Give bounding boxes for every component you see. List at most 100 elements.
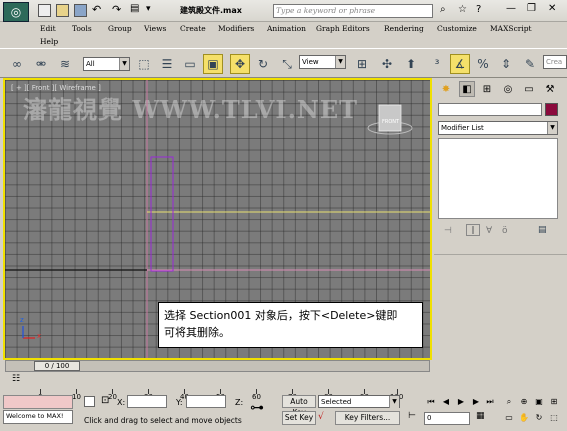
motion-tab-icon[interactable]: ◎ [500,81,516,97]
front-viewport[interactable]: [ + ][ Front ][ Wireframe ] 瀋龍視覺 WWW.TLV… [3,78,432,360]
reference-coordinate-dropdown[interactable]: View ▼ [299,55,346,69]
project-folder-icon[interactable]: ▤ [130,3,139,14]
select-and-scale-icon[interactable]: ⤡ [277,54,297,74]
modifier-list-dropdown[interactable]: Modifier List ▼ [438,121,558,135]
zoom-region-icon[interactable]: ▭ [503,412,515,424]
y-coord-field[interactable] [186,395,226,408]
menu-maxscript[interactable]: MAXScript [490,24,532,33]
absolute-mode-icon[interactable]: ⊡ [101,395,109,406]
maximize-viewport-icon[interactable]: ⬚ [548,412,560,424]
communication-center-icon[interactable]: ☆ [458,4,467,15]
previous-frame-icon[interactable]: ◀ [440,396,452,408]
percent-snap-icon[interactable]: % [473,54,493,74]
spinner-snap-icon[interactable]: ⇕ [496,54,516,74]
key-icon[interactable]: ⊶ [250,400,264,416]
select-and-manipulate-icon[interactable]: ✣ [377,54,397,74]
utilities-tab-icon[interactable]: ⚒ [542,81,558,97]
menu-help[interactable]: Help [40,37,58,46]
key-mode-toggle-icon[interactable]: ⊢ [408,411,416,421]
zoom-extents-all-icon[interactable]: ⊞ [548,396,560,408]
select-and-rotate-icon[interactable]: ↻ [253,54,273,74]
rectangular-selection-icon[interactable]: ▭ [180,54,200,74]
make-unique-icon[interactable]: ∀ [486,226,492,236]
create-tab-icon[interactable]: ✸ [438,81,454,97]
select-and-move-icon[interactable]: ✥ [230,54,250,74]
modifier-stack[interactable] [438,138,558,219]
go-to-end-icon[interactable]: ⏭ [484,396,496,408]
menu-animation[interactable]: Animation [267,24,306,33]
quick-access-dropdown-icon[interactable]: ▾ [146,4,151,14]
minimize-icon[interactable]: — [506,3,516,14]
menu-graph-editors[interactable]: Graph Editors [316,24,370,33]
unlink-icon[interactable]: ⚮ [31,54,51,74]
menu-create[interactable]: Create [180,24,206,33]
time-configuration-icon[interactable]: ▦ [476,411,485,421]
menu-views[interactable]: Views [144,24,166,33]
time-slider[interactable]: 0 / 100 [5,360,430,372]
key-tangent-icon[interactable]: √ [318,412,324,422]
menu-rendering[interactable]: Rendering [384,24,424,33]
snaps-toggle-icon[interactable]: ³ [427,54,447,74]
pin-stack-icon[interactable]: ⊣ [444,226,452,236]
close-icon[interactable]: ✕ [548,3,556,14]
menu-edit[interactable]: Edit [40,24,56,33]
orbit-icon[interactable]: ↻ [533,412,545,424]
current-frame-field[interactable]: 0 [424,412,470,425]
show-end-result-icon[interactable]: ‖ [466,224,480,236]
display-tab-icon[interactable]: ▭ [521,81,537,97]
play-icon[interactable]: ▶ [455,396,467,408]
maxscript-output[interactable]: Welcome to MAX! [3,410,73,424]
pan-view-icon[interactable]: ✋ [518,412,530,424]
track-bar[interactable]: 0 10 20 30 40 50 60 70 80 90 100 [38,373,430,401]
selection-filter-dropdown[interactable]: All ▼ [83,57,130,71]
edit-named-selection-icon[interactable]: ✎ [520,54,540,74]
viewcube-face [378,104,402,132]
undo-icon[interactable]: ↶ [92,3,101,16]
maximize-icon[interactable]: ❐ [527,3,536,14]
viewcube-label[interactable]: FRONT [382,119,399,125]
selection-lock-icon[interactable] [84,396,95,407]
object-name-field[interactable] [438,103,542,116]
bind-space-warp-icon[interactable]: ≋ [55,54,75,74]
key-mode-dropdown[interactable]: Selected ▼ [318,395,400,408]
axis-z-label: z [20,316,24,324]
object-color-swatch[interactable] [545,103,558,116]
menu-tools[interactable]: Tools [72,24,92,33]
remove-modifier-icon[interactable]: ö [502,226,508,236]
track-bar-icon[interactable]: ☷ [12,374,20,384]
configure-sets-icon[interactable]: ▤ [538,225,547,235]
modify-tab-icon[interactable]: ◧ [459,81,475,97]
help-icon[interactable]: ? [476,4,481,15]
next-frame-icon[interactable]: ▶ [470,396,482,408]
zoom-icon[interactable]: ⌕ [503,396,515,408]
window-crossing-icon[interactable]: ▣ [203,54,223,74]
menu-customize[interactable]: Customize [437,24,477,33]
search-input[interactable]: Type a keyword or phrase [273,4,433,18]
new-file-icon[interactable] [38,4,51,17]
keyboard-shortcut-override-icon[interactable]: ⬆ [401,54,421,74]
open-file-icon[interactable] [56,4,69,17]
redo-icon[interactable]: ↷ [112,3,121,16]
set-key-button[interactable]: Set Key [282,411,316,425]
select-object-icon[interactable]: ⬚ [134,54,154,74]
menu-modifiers[interactable]: Modifiers [218,24,254,33]
use-pivot-center-icon[interactable]: ⊞ [352,54,372,74]
angle-snap-icon[interactable]: ∡ [450,54,470,74]
app-logo-icon[interactable]: ◎ [3,2,29,22]
modifier-list-label: Modifier List [441,124,484,132]
save-file-icon[interactable] [74,4,87,17]
auto-key-button[interactable]: Auto Key [282,395,316,417]
named-selection-field[interactable]: Crea [543,55,567,69]
hierarchy-tab-icon[interactable]: ⊞ [479,81,495,97]
go-to-start-icon[interactable]: ⏮ [425,396,437,408]
zoom-extents-icon[interactable]: ▣ [533,396,545,408]
x-coord-field[interactable] [127,395,167,408]
link-icon[interactable]: ∞ [7,54,27,74]
key-filters-button[interactable]: Key Filters... [335,411,400,425]
select-by-name-icon[interactable]: ☰ [157,54,177,74]
maxscript-listener[interactable] [3,395,73,409]
zoom-all-icon[interactable]: ⊕ [518,396,530,408]
search-icon[interactable]: ⌕ [440,4,446,15]
menu-group[interactable]: Group [108,24,132,33]
time-slider-thumb[interactable]: 0 / 100 [34,361,80,371]
